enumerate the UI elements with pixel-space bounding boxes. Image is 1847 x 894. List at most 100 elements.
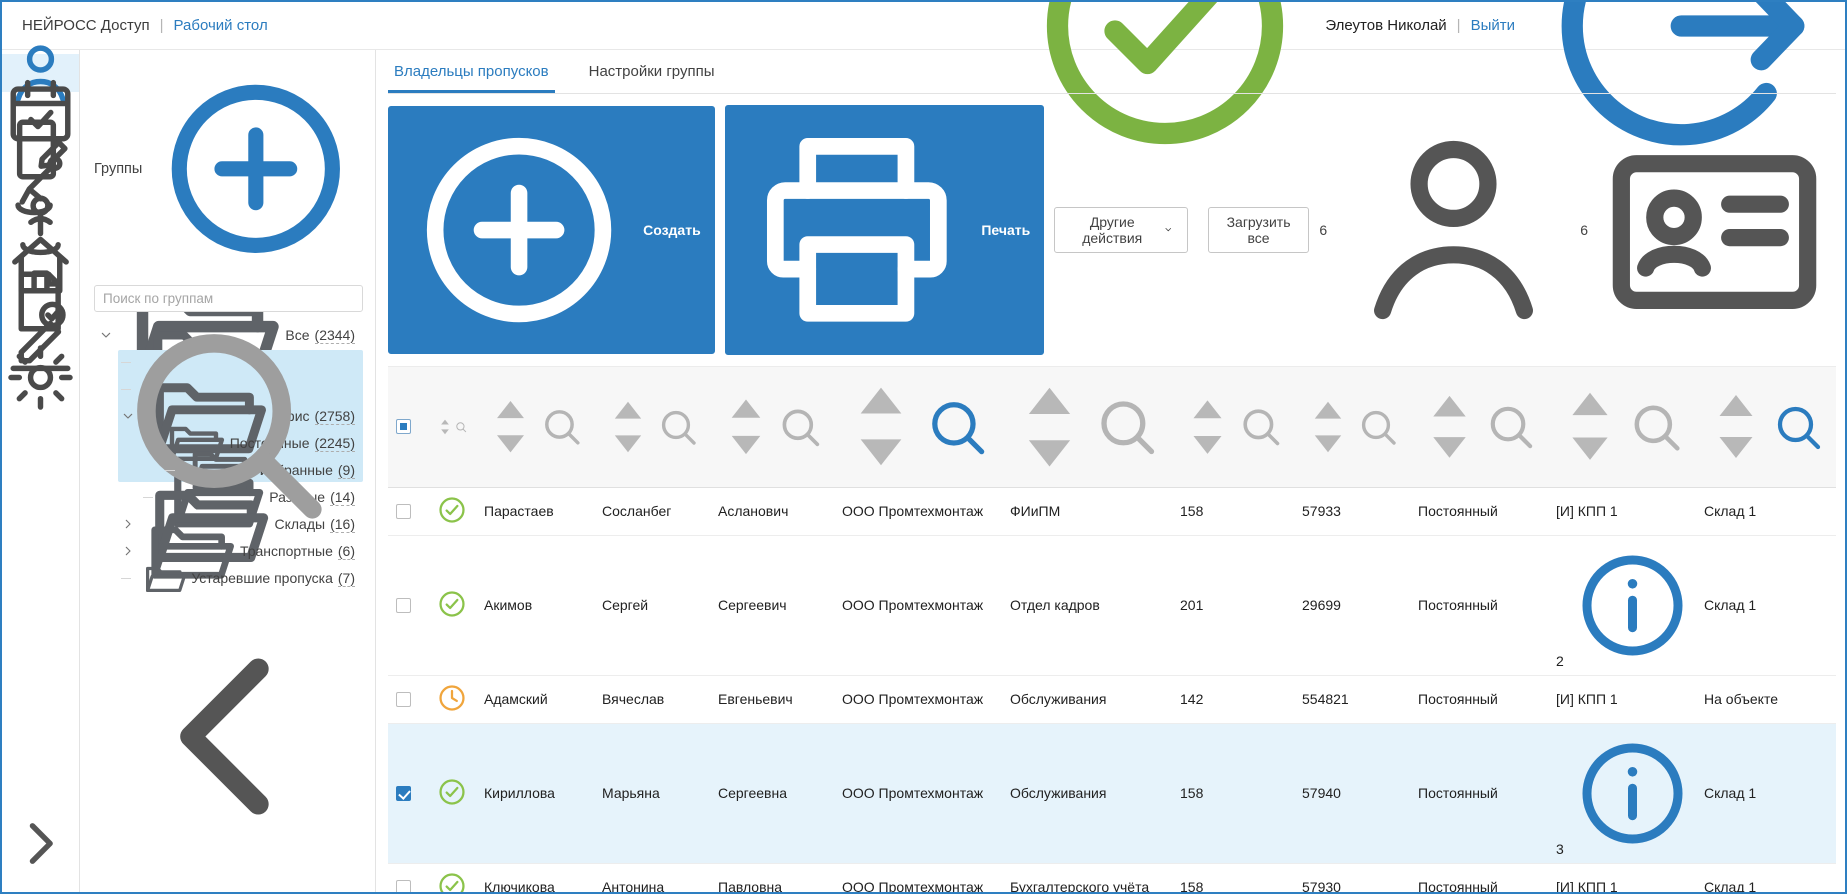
workspace-link[interactable]: Рабочий стол — [174, 17, 268, 34]
cell-text: Постоянный — [1418, 503, 1498, 519]
column-search-icon[interactable] — [920, 390, 994, 464]
cell-card_no: 29699 — [1294, 535, 1410, 675]
content: Группы Все(2344)Leader ID(32)Импорт(7)Оф… — [2, 50, 1845, 892]
column-search-icon[interactable] — [537, 402, 586, 451]
cell-organization: ООО Промтехмонтаж — [834, 487, 1002, 535]
tree-item[interactable]: Устаревшие пропуска(7) — [94, 565, 363, 592]
sort-icon[interactable] — [1420, 385, 1479, 469]
cell-department: Отдел кадров — [1002, 535, 1172, 675]
cell-text: ООО Промтехмонтаж — [842, 785, 983, 801]
people-count: 6 — [1319, 222, 1327, 238]
nav-rail-items — [2, 54, 79, 396]
cell-company_code: 201 — [1172, 535, 1294, 675]
info-icon[interactable] — [1569, 730, 1696, 857]
cell-text: Склад 1 — [1704, 785, 1756, 801]
cell-text: Склад 1 — [1704, 597, 1756, 613]
column-header-inner: Тип пропуска — [1418, 385, 1540, 469]
cell-text: Сергей — [602, 597, 648, 613]
row-checkbox[interactable] — [396, 692, 411, 707]
row-checkbox[interactable] — [396, 504, 411, 519]
status-pending-icon — [436, 682, 468, 714]
nav-rail — [2, 50, 80, 892]
sort-icon[interactable] — [604, 393, 652, 461]
column-search-icon[interactable] — [1768, 397, 1828, 457]
cell-text: Постоянный — [1418, 785, 1498, 801]
column-header-inner: Организация — [842, 374, 994, 479]
cell-text: Обслуживания — [1010, 785, 1106, 801]
cell-status — [428, 675, 476, 723]
cell-middle_name: Павловна — [710, 863, 834, 894]
cell-card_no: 57940 — [1294, 723, 1410, 863]
sort-icon[interactable] — [1706, 384, 1766, 469]
sort-icon[interactable] — [1182, 391, 1233, 463]
column-search-icon[interactable] — [1624, 395, 1688, 459]
cell-access_mode: [И] КПП 1 — [1548, 863, 1696, 894]
cell-text: Парастаев — [484, 503, 554, 519]
column-header-inner: Подразделение — [1010, 374, 1164, 480]
cell-company_code: 158 — [1172, 863, 1294, 894]
cell-middle_name: Евгеньевич — [710, 675, 834, 723]
column-search-icon[interactable] — [1235, 401, 1286, 452]
cell-select — [388, 675, 428, 723]
sort-icon[interactable] — [844, 374, 918, 479]
cell-select — [388, 487, 428, 535]
cell-pass_type: Постоянный — [1410, 487, 1548, 535]
cell-text: Обслуживания — [1010, 691, 1106, 707]
column-search-icon[interactable] — [1089, 389, 1164, 464]
tab-group-settings[interactable]: Настройки группы — [583, 50, 721, 93]
column-header-inner: № Карты — [1302, 393, 1402, 461]
cell-text: Отдел кадров — [1010, 597, 1100, 613]
rail-expand-button[interactable] — [2, 805, 79, 882]
status-valid-icon — [436, 494, 468, 526]
column-search-icon[interactable] — [1354, 403, 1402, 451]
print-button[interactable]: Печать — [725, 105, 1045, 355]
column-header-inner: Отчество — [718, 390, 826, 464]
sort-icon[interactable] — [438, 417, 452, 437]
search-icon[interactable] — [94, 291, 356, 553]
select-all-checkbox[interactable] — [396, 419, 411, 434]
cell-pass_type: Постоянный — [1410, 675, 1548, 723]
cell-company_code: 158 — [1172, 487, 1294, 535]
cell-text: Склад 1 — [1704, 879, 1756, 894]
table-row[interactable]: КирилловаМарьянаСергеевнаООО Промтехмонт… — [388, 723, 1836, 863]
add-group-icon[interactable] — [149, 62, 363, 276]
table-header-row: ФамилиИмяОтчествоОрганизацияПодразделени… — [388, 366, 1836, 487]
sort-icon[interactable] — [1558, 381, 1622, 472]
tab-bar: Владельцы пропусков Настройки группы — [388, 50, 1836, 94]
column-search-icon[interactable] — [654, 403, 702, 451]
cell-access_mode: [И] КПП 1 — [1548, 487, 1696, 535]
load-all-button[interactable]: Загрузить все — [1208, 207, 1310, 253]
cell-access_mode: 2 — [1548, 535, 1696, 675]
rail-item-settings[interactable] — [2, 358, 79, 396]
cell-text: ООО Промтехмонтаж — [842, 503, 983, 519]
more-actions-button[interactable]: Другие действия — [1054, 207, 1187, 253]
info-icon[interactable] — [1569, 542, 1696, 669]
logout-link[interactable]: Выйти — [1471, 17, 1515, 34]
column-search-icon[interactable] — [774, 401, 826, 453]
column-search-icon[interactable] — [1481, 397, 1540, 456]
sort-icon[interactable] — [486, 392, 535, 461]
table-row[interactable]: АкимовСергейСергеевичООО ПромтехмонтажОт… — [388, 535, 1836, 675]
cell-text: Павловна — [718, 879, 782, 894]
sort-icon[interactable] — [1304, 393, 1352, 461]
create-button[interactable]: Создать — [388, 106, 715, 354]
cell-first_name: Вячеслав — [594, 675, 710, 723]
cell-access_zone: Склад 1 — [1696, 535, 1836, 675]
cell-text: Адамский — [484, 691, 548, 707]
row-checkbox[interactable] — [396, 786, 411, 801]
table-row[interactable]: АдамскийВячеславЕвгеньевичООО Промтехмон… — [388, 675, 1836, 723]
row-checkbox[interactable] — [396, 880, 411, 894]
row-checkbox[interactable] — [396, 598, 411, 613]
sort-icon[interactable] — [720, 390, 772, 464]
cell-text: [И] КПП 1 — [1556, 503, 1618, 519]
column-search-icon[interactable] — [454, 420, 468, 434]
table-row[interactable]: ПарастаевСосланбегАслановичООО Промтехмо… — [388, 487, 1836, 535]
sort-icon[interactable] — [1012, 374, 1087, 480]
column-header-last_name: Фамили — [476, 366, 594, 487]
table-row[interactable]: КлючиковаАнтонинаПавловнаООО Промтехмонт… — [388, 863, 1836, 894]
tab-pass-owners[interactable]: Владельцы пропусков — [388, 50, 555, 93]
groups-collapse-button[interactable] — [80, 589, 375, 884]
cell-status — [428, 723, 476, 863]
column-header-access_mode: Режим доступа — [1548, 366, 1696, 487]
cell-pass_type: Постоянный — [1410, 863, 1548, 894]
